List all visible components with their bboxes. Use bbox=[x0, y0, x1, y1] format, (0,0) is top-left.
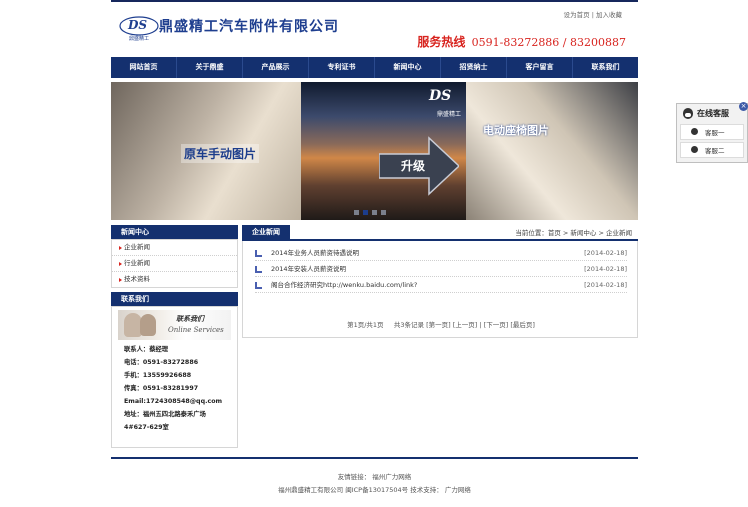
service-header: 在线客服 × bbox=[677, 102, 748, 122]
contact-address: 地址：福州五四北路泰禾广场 bbox=[124, 411, 206, 418]
person-image bbox=[140, 314, 156, 336]
sidebar-item-tech-docs[interactable]: 技术资料 bbox=[112, 272, 237, 287]
slider-dot[interactable] bbox=[372, 210, 377, 215]
slider-dots bbox=[354, 210, 386, 215]
prev-page-link[interactable]: [上一页] bbox=[453, 321, 478, 329]
set-homepage-link[interactable]: 设为首页 bbox=[564, 11, 590, 19]
footer-border bbox=[111, 457, 638, 459]
nav-home[interactable]: 网站首页 bbox=[111, 57, 177, 78]
contact-image-sub: Online Services bbox=[168, 326, 224, 334]
nav-about[interactable]: 关于鼎盛 bbox=[177, 57, 243, 78]
banner-upgrade-caption: 升级 bbox=[401, 159, 426, 173]
sidebar-item-industry-news[interactable]: 行业新闻 bbox=[112, 256, 237, 272]
qq-icon-belly bbox=[685, 113, 691, 117]
ds-logo-icon[interactable]: DS 鼎盛精工 bbox=[119, 10, 159, 42]
section-header: 企业新闻 当前位置：首页 > 新闻中心 > 企业新闻 bbox=[242, 225, 638, 241]
next-page-link[interactable]: [下一页] bbox=[484, 321, 509, 329]
list-item: 2014年业务人员薪资待遇说明 [2014-02-18] bbox=[255, 246, 627, 261]
news-title-link[interactable]: 阁台合作经济研究http://wenku.baidu.com/link? bbox=[271, 278, 417, 292]
contact-fax: 传真：0591-83281997 bbox=[124, 385, 199, 392]
service-agent-label: 客服二 bbox=[705, 147, 725, 155]
section-title: 企业新闻 bbox=[242, 225, 290, 239]
breadcrumb: 当前位置：首页 > 新闻中心 > 企业新闻 bbox=[515, 229, 632, 237]
banner-left-caption: 原车手动图片 bbox=[181, 144, 260, 163]
banner-slider[interactable]: DS 鼎盛精工 升级 原车手动图片 电动座椅图片 bbox=[111, 82, 638, 220]
footer-copyright: 福州鼎盛精工有限公司 闽ICP备13017504号 技术支持： 广力网络 bbox=[278, 486, 471, 494]
banner-right-caption: 电动座椅图片 bbox=[483, 124, 549, 137]
add-favorite-link[interactable]: 加入收藏 bbox=[596, 11, 622, 19]
main-content: 企业新闻 当前位置：首页 > 新闻中心 > 企业新闻 2014年业务人员薪资待遇… bbox=[242, 225, 638, 338]
service-title: 在线客服 bbox=[697, 109, 729, 118]
top-links: 设为首页 | 加入收藏 bbox=[563, 11, 622, 19]
online-services-image: 联系我们 Online Services bbox=[118, 310, 231, 340]
nav-patents[interactable]: 专利证书 bbox=[309, 57, 375, 78]
qq-icon bbox=[691, 128, 698, 135]
sidebar-contact-title: 联系我们 bbox=[111, 292, 238, 306]
last-page-link[interactable]: [最后页] bbox=[510, 321, 535, 329]
close-icon[interactable]: × bbox=[739, 102, 748, 111]
list-item: 阁台合作经济研究http://wenku.baidu.com/link? [20… bbox=[255, 278, 627, 293]
bullet-icon bbox=[255, 266, 262, 273]
banner-logo: DS bbox=[429, 88, 452, 104]
record-count: 共3条记录 bbox=[393, 321, 425, 329]
sidebar-contact-box: 联系我们 Online Services 联系人：蔡经理 电话：0591-832… bbox=[111, 306, 238, 448]
nav-contact[interactable]: 联系我们 bbox=[573, 57, 638, 78]
slider-dot[interactable] bbox=[354, 210, 359, 215]
top-border bbox=[111, 0, 638, 2]
news-date: [2014-02-18] bbox=[584, 281, 627, 289]
banner-power-seat-image bbox=[466, 82, 638, 220]
news-date: [2014-02-18] bbox=[584, 249, 627, 257]
news-title-link[interactable]: 2014年业务人员薪资待遇说明 bbox=[271, 246, 359, 260]
page-info: 第1页/共1页 bbox=[347, 321, 384, 329]
bullet-icon bbox=[255, 250, 262, 257]
footer-friend-links[interactable]: 友情链接： 福州广力网络 bbox=[111, 471, 638, 481]
pagination: 第1页/共1页 共3条记录 [第一页] [上一页] | [下一页] [最后页] bbox=[347, 321, 535, 329]
nav-news[interactable]: 新闻中心 bbox=[375, 57, 441, 78]
banner-logo-sub: 鼎盛精工 bbox=[437, 111, 462, 118]
slider-dot-active[interactable] bbox=[363, 210, 368, 215]
contact-phone: 电话：0591-83272886 bbox=[124, 359, 199, 366]
news-title-link[interactable]: 2014年安装人员薪资说明 bbox=[271, 262, 346, 276]
slider-dot[interactable] bbox=[381, 210, 386, 215]
contact-image-title: 联系我们 bbox=[176, 314, 204, 323]
online-service-panel: 在线客服 × 客服一 客服二 bbox=[676, 102, 748, 163]
news-list: 2014年业务人员薪资待遇说明 [2014-02-18] 2014年安装人员薪资… bbox=[242, 241, 638, 338]
service-agent-1[interactable]: 客服一 bbox=[680, 124, 744, 140]
hotline: 服务热线 0591-83272886 / 83200887 bbox=[417, 33, 626, 50]
contact-address-2: 4#627-629室 bbox=[124, 424, 169, 431]
bullet-icon bbox=[255, 282, 262, 289]
service-agent-2[interactable]: 客服二 bbox=[680, 142, 744, 158]
sidebar-news-box: 企业新闻 行业新闻 技术资料 bbox=[111, 239, 238, 288]
sidebar-news-title: 新闻中心 bbox=[111, 225, 238, 239]
contact-email: Email:1724308548@qq.com bbox=[124, 398, 223, 405]
qq-icon bbox=[691, 146, 698, 153]
news-date: [2014-02-18] bbox=[584, 265, 627, 273]
company-name: 鼎盛精工汽车附件有限公司 bbox=[159, 19, 339, 35]
left-sidebar: 新闻中心 企业新闻 行业新闻 技术资料 联系我们 联系我们 Online Ser… bbox=[111, 225, 238, 448]
hotline-label: 服务热线 bbox=[417, 35, 466, 49]
svg-text:DS: DS bbox=[127, 18, 147, 32]
hotline-numbers: 0591-83272886 / 83200887 bbox=[471, 36, 626, 49]
svg-text:鼎盛精工: 鼎盛精工 bbox=[129, 35, 149, 42]
nav-products[interactable]: 产品展示 bbox=[243, 57, 309, 78]
nav-messages[interactable]: 客户留言 bbox=[507, 57, 573, 78]
main-nav: 网站首页 关于鼎盛 产品展示 专利证书 新闻中心 招贤纳士 客户留言 联系我们 bbox=[111, 57, 638, 78]
service-agent-label: 客服一 bbox=[705, 129, 725, 137]
contact-mobile: 手机：13559926688 bbox=[124, 372, 192, 379]
sidebar-item-company-news[interactable]: 企业新闻 bbox=[112, 240, 237, 256]
list-item: 2014年安装人员薪资说明 [2014-02-18] bbox=[255, 262, 627, 277]
nav-jobs[interactable]: 招贤纳士 bbox=[441, 57, 507, 78]
contact-person: 联系人：蔡经理 bbox=[124, 346, 169, 353]
first-page-link[interactable]: [第一页] bbox=[426, 321, 451, 329]
